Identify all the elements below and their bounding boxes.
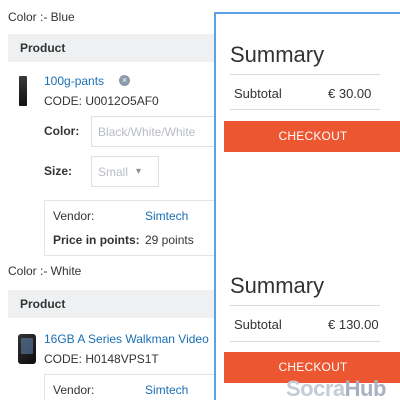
product-thumbnail[interactable] bbox=[19, 76, 27, 106]
watermark-logo: SocraHub bbox=[286, 376, 386, 400]
watermark-text-socra: Socra bbox=[286, 376, 345, 400]
subtotal-value: € 30.00 bbox=[328, 86, 372, 101]
summary-divider bbox=[230, 109, 380, 110]
subtotal-label: Subtotal bbox=[234, 317, 282, 332]
product-code: CODE: H0148VPS1T bbox=[44, 352, 159, 366]
group-color-label: Color :- White bbox=[8, 264, 82, 278]
product-header-label: Product bbox=[20, 297, 66, 311]
size-option-label: Size: bbox=[44, 164, 73, 178]
size-select[interactable]: Small ▾ bbox=[91, 156, 159, 187]
points-value: 29 points bbox=[145, 233, 194, 247]
product-header-label: Product bbox=[20, 41, 66, 55]
vendor-info-box: Vendor: Simtech Price in points: 29 poin… bbox=[44, 200, 220, 256]
vendor-info-box: Vendor: Simtech bbox=[44, 374, 220, 400]
checkout-button[interactable]: CHECKOUT bbox=[224, 121, 400, 152]
summary-divider bbox=[230, 305, 380, 306]
remove-icon[interactable]: × bbox=[119, 75, 130, 86]
vendor-label: Vendor: bbox=[53, 209, 95, 223]
points-label: Price in points: bbox=[53, 233, 140, 247]
product-name-link[interactable]: 100g-pants bbox=[44, 74, 104, 88]
watermark-text-hub: Hub bbox=[344, 376, 387, 400]
color-option-field[interactable]: Black/White/White bbox=[91, 116, 221, 147]
summary-divider bbox=[230, 341, 380, 342]
color-option-value: Black/White/White bbox=[98, 124, 196, 139]
vendor-link[interactable]: Simtech bbox=[145, 383, 188, 397]
group-color-label: Color :- Blue bbox=[8, 10, 75, 24]
size-select-value: Small bbox=[98, 164, 129, 179]
chevron-down-icon: ▾ bbox=[136, 166, 142, 177]
summary-title: Summary bbox=[230, 273, 325, 298]
product-name-link[interactable]: 16GB A Series Walkman Video bbox=[44, 332, 209, 346]
summary-title: Summary bbox=[230, 42, 325, 67]
summary-divider bbox=[230, 74, 380, 75]
vendor-label: Vendor: bbox=[53, 383, 95, 397]
vendor-link[interactable]: Simtech bbox=[145, 209, 188, 223]
subtotal-label: Subtotal bbox=[234, 86, 282, 101]
product-thumbnail[interactable] bbox=[18, 334, 36, 364]
summary-panel: Summary Subtotal € 30.00 CHECKOUT Summar… bbox=[214, 12, 400, 400]
product-code: CODE: U0012O5AF0 bbox=[44, 94, 159, 108]
color-option-label: Color: bbox=[44, 124, 80, 138]
subtotal-value: € 130.00 bbox=[328, 317, 379, 332]
